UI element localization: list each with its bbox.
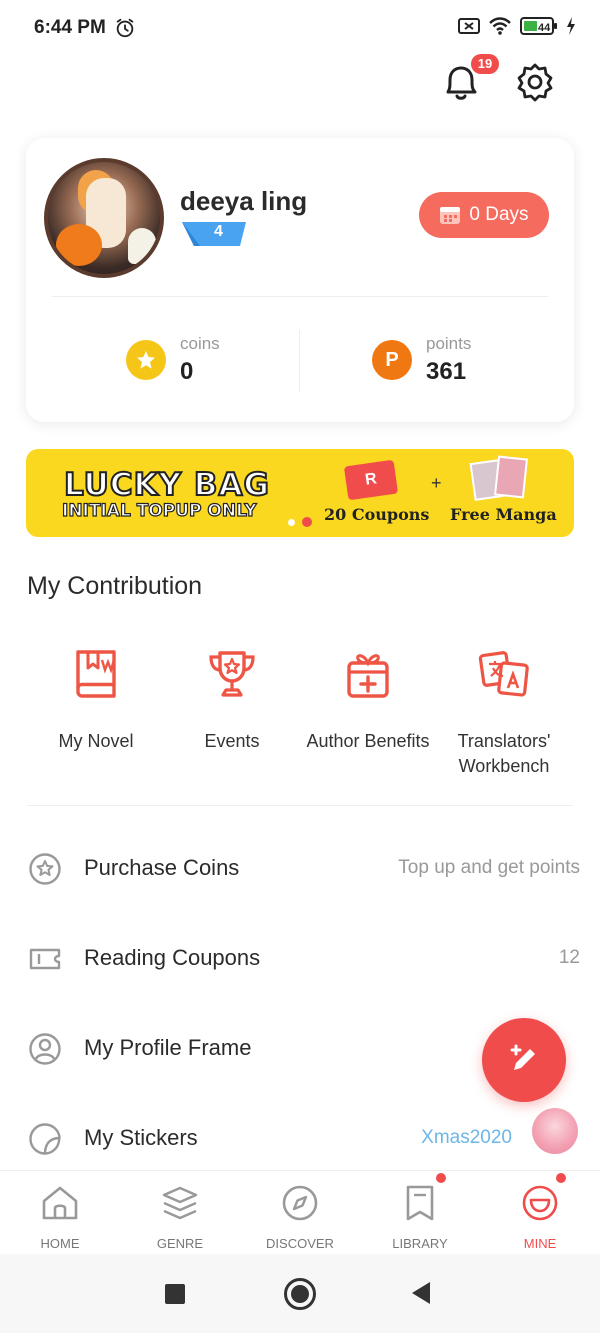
gift-icon [347, 654, 389, 698]
notification-badge: 19 [471, 54, 499, 74]
manga-cover-icon [469, 455, 530, 501]
trophy-icon [209, 651, 255, 697]
row-hint: Top up and get points [398, 857, 580, 878]
contrib-label: Events [204, 731, 260, 751]
sticker-icon [29, 1123, 61, 1155]
book-icon [76, 650, 116, 698]
reading-coupons-row[interactable]: Reading Coupons 12 [0, 928, 600, 988]
banner-subtitle: INITIAL TOPUP ONLY [61, 500, 257, 521]
nav-mine[interactable]: MINE [490, 1183, 590, 1251]
bottom-nav: HOME GENRE DISCOVER LIBRARY MINE [0, 1170, 600, 1254]
svg-text:44: 44 [538, 22, 551, 34]
ticket-icon [29, 948, 61, 970]
calendar-icon [440, 207, 461, 224]
coins-stat[interactable]: coins 0 [126, 334, 220, 386]
nav-label: MINE [523, 1236, 557, 1251]
star-badge-icon [29, 853, 61, 885]
coins-value: 0 [180, 358, 194, 385]
coupon-ticket-icon: R [343, 459, 399, 501]
star-coin-icon [126, 340, 166, 380]
pencil-icon [510, 1044, 535, 1070]
pagination-dot [288, 518, 295, 526]
gear-icon[interactable] [515, 62, 555, 102]
recents-button[interactable] [165, 1284, 185, 1304]
battery-icon: 44 [520, 17, 557, 35]
nav-label: DISCOVER [266, 1236, 334, 1251]
stickers-row[interactable]: My Stickers Xmas2020 [0, 1108, 600, 1168]
mine-notification-dot [556, 1173, 566, 1183]
divider [52, 296, 548, 297]
contrib-label: Translators' Workbench [457, 731, 551, 776]
contrib-label: My Novel [58, 731, 134, 751]
nav-label: LIBRARY [392, 1236, 448, 1251]
purchase-coins-row[interactable]: Purchase Coins Top up and get points [0, 838, 600, 898]
pumpkin-icon [56, 224, 102, 266]
pagination-dot-active [302, 517, 312, 527]
coupon-count: 12 [558, 947, 580, 968]
profile-frame-icon [29, 1033, 61, 1065]
sticker-thumbnail [532, 1108, 578, 1154]
lucky-bag-banner[interactable]: LUCKY BAG INITIAL TOPUP ONLY R + 20 Coup… [26, 449, 574, 537]
my-novel-button[interactable]: My Novel [26, 646, 166, 754]
banner-manga-label: Free Manga [450, 505, 557, 524]
charging-icon [567, 17, 575, 35]
contrib-label: Author Benefits [306, 731, 430, 751]
translate-icon [478, 651, 529, 697]
avatar[interactable] [44, 158, 164, 278]
bookmark-icon [406, 1185, 434, 1221]
compass-icon [282, 1185, 318, 1221]
nav-label: HOME [40, 1236, 80, 1251]
nav-discover[interactable]: DISCOVER [250, 1183, 350, 1251]
mute-icon [458, 18, 480, 34]
nav-library[interactable]: LIBRARY [370, 1183, 470, 1251]
row-label: Reading Coupons [84, 945, 261, 970]
stat-separator [299, 330, 300, 392]
layers-icon [162, 1186, 198, 1220]
events-button[interactable]: Events [162, 646, 302, 754]
coins-label: coins [180, 334, 220, 353]
banner-coupons-label: 20 Coupons [324, 505, 430, 524]
system-nav-bar [0, 1254, 600, 1333]
alarm-icon [116, 18, 134, 38]
checkin-label: 0 Days [469, 204, 529, 225]
back-button[interactable] [412, 1282, 430, 1304]
status-time: 6:44 PM [34, 17, 106, 38]
translators-workbench-button[interactable]: Translators' Workbench [434, 646, 574, 779]
author-benefits-button[interactable]: Author Benefits [298, 646, 438, 754]
user-level: 4 [214, 223, 223, 240]
points-icon: P [372, 340, 412, 380]
mine-icon [522, 1185, 558, 1221]
row-label: My Profile Frame [84, 1035, 252, 1060]
points-value: 361 [426, 358, 467, 385]
nav-home[interactable]: HOME [10, 1183, 110, 1251]
banner-plus: + [431, 473, 442, 493]
ghost-icon [128, 228, 156, 264]
row-label: My Stickers [84, 1125, 198, 1150]
divider [27, 805, 573, 806]
write-fab-button[interactable] [482, 1018, 566, 1102]
home-icon [42, 1186, 78, 1220]
library-notification-dot [436, 1173, 446, 1183]
home-button[interactable] [284, 1278, 316, 1310]
nav-genre[interactable]: GENRE [130, 1183, 230, 1251]
sticker-name: Xmas2020 [421, 1127, 512, 1148]
status-icons: 44 [458, 16, 576, 36]
status-bar: 6:44 PM 44 [0, 0, 600, 58]
profile-card: deeya ling 4 0 Days coins 0 P points 361 [26, 138, 574, 422]
banner-pagination [288, 517, 312, 527]
row-label: Purchase Coins [84, 855, 240, 880]
banner-title: LUCKY BAG [63, 466, 270, 504]
section-title: My Contribution [27, 572, 203, 600]
points-stat[interactable]: P points 361 [372, 334, 471, 386]
points-label: points [426, 334, 472, 353]
wifi-icon [489, 17, 511, 35]
nav-label: GENRE [156, 1236, 204, 1251]
checkin-button[interactable]: 0 Days [419, 192, 549, 238]
username: deeya ling [180, 186, 308, 216]
